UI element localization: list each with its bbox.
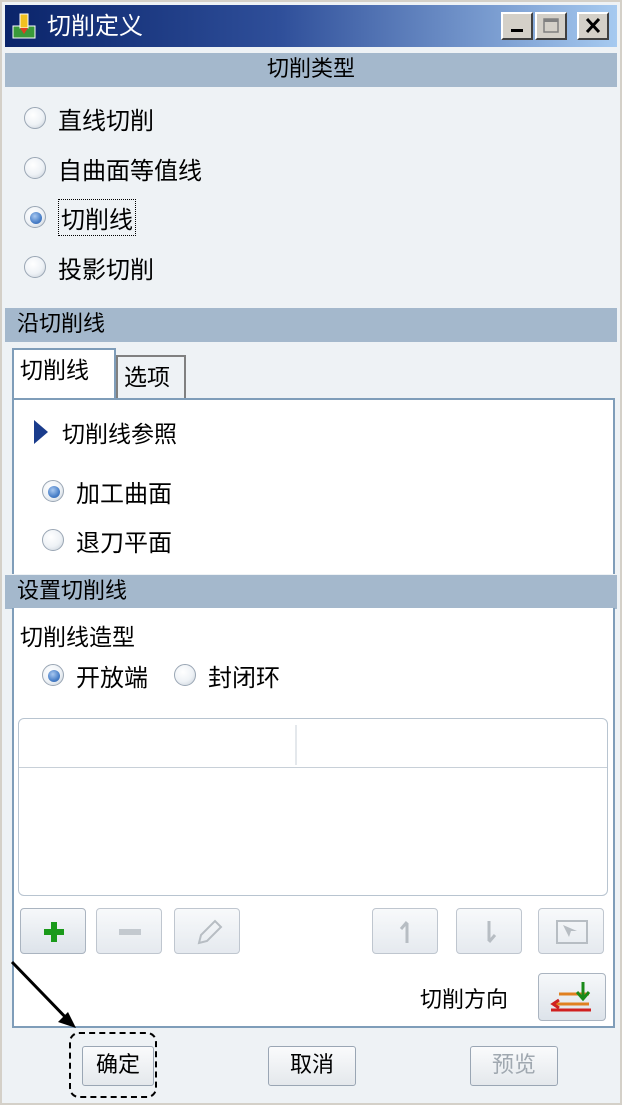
option-label: 退刀平面 bbox=[76, 528, 172, 557]
close-button[interactable] bbox=[577, 12, 609, 40]
option-retract-plane[interactable]: 退刀平面 bbox=[42, 522, 172, 558]
cut-type-option-isoline[interactable]: 自曲面等值线 bbox=[24, 150, 202, 186]
minimize-button[interactable] bbox=[501, 12, 533, 40]
reorder-button[interactable] bbox=[538, 908, 604, 954]
reorder-icon bbox=[556, 920, 588, 944]
reference-label: 切削线参照 bbox=[62, 422, 177, 448]
expand-triangle-icon[interactable] bbox=[34, 420, 48, 444]
move-up-icon bbox=[399, 921, 409, 943]
option-label: 加工曲面 bbox=[76, 479, 172, 508]
edit-button[interactable] bbox=[174, 908, 240, 954]
preview-button[interactable]: 预览 bbox=[470, 1046, 558, 1086]
cutline-reference-collector[interactable]: 切削线参照 bbox=[34, 412, 177, 452]
move-up-button[interactable] bbox=[372, 908, 438, 954]
cut-type-option-straight[interactable]: 直线切削 bbox=[24, 100, 154, 136]
radio-button[interactable] bbox=[42, 529, 64, 551]
remove-button[interactable] bbox=[96, 908, 162, 954]
app-icon bbox=[12, 13, 36, 39]
option-machining-surface[interactable]: 加工曲面 bbox=[42, 473, 172, 509]
remove-icon bbox=[119, 929, 141, 935]
cut-direction-icon bbox=[550, 982, 591, 1012]
shape-option-closed[interactable]: 封闭环 bbox=[174, 657, 280, 693]
radio-button[interactable] bbox=[24, 157, 46, 179]
along-cutline-header: 沿切削线 bbox=[5, 308, 617, 342]
option-label: 封闭环 bbox=[208, 663, 280, 692]
option-label: 直线切削 bbox=[58, 106, 154, 135]
annotation-arrow-icon bbox=[10, 960, 76, 1028]
option-label: 投影切削 bbox=[58, 255, 154, 284]
cut-type-option-projected[interactable]: 投影切削 bbox=[24, 249, 154, 285]
cut-type-option-cutline[interactable]: 切削线 bbox=[24, 198, 136, 236]
shape-option-open[interactable]: 开放端 bbox=[42, 657, 148, 693]
cutline-list[interactable] bbox=[18, 718, 608, 896]
radio-button[interactable] bbox=[24, 256, 46, 278]
close-icon bbox=[585, 17, 601, 34]
cut-definition-dialog: 切削定义 切削类型 直线切削 自曲面等值线 切削线 投影切削 沿切削线 切削线 … bbox=[0, 0, 622, 1105]
list-header-divider bbox=[19, 767, 607, 768]
window-title: 切削定义 bbox=[47, 12, 143, 40]
cut-direction-button[interactable] bbox=[538, 973, 606, 1021]
cancel-button[interactable]: 取消 bbox=[268, 1046, 356, 1086]
maximize-button[interactable] bbox=[535, 12, 567, 40]
tab-options[interactable]: 选项 bbox=[116, 355, 186, 399]
cut-type-header: 切削类型 bbox=[5, 53, 617, 87]
radio-button[interactable] bbox=[24, 107, 46, 129]
radio-button-checked[interactable] bbox=[24, 206, 46, 228]
radio-button-checked[interactable] bbox=[42, 664, 64, 686]
move-down-icon bbox=[487, 921, 497, 943]
column-separator[interactable] bbox=[295, 725, 297, 765]
cut-direction-label: 切削方向 bbox=[420, 988, 509, 1013]
edit-icon bbox=[197, 919, 223, 945]
minimize-icon bbox=[511, 29, 523, 32]
option-label: 切削线 bbox=[58, 198, 136, 236]
maximize-icon bbox=[543, 18, 559, 33]
radio-button-checked[interactable] bbox=[42, 480, 64, 502]
option-label: 自曲面等值线 bbox=[58, 156, 202, 185]
title-bar[interactable]: 切削定义 bbox=[5, 5, 617, 47]
option-label: 开放端 bbox=[76, 663, 148, 692]
setup-cutline-header: 设置切削线 bbox=[5, 575, 617, 609]
tab-cutline[interactable]: 切削线 bbox=[12, 348, 116, 398]
move-down-button[interactable] bbox=[456, 908, 522, 954]
shape-label: 切削线造型 bbox=[20, 625, 135, 651]
radio-button[interactable] bbox=[174, 664, 196, 686]
